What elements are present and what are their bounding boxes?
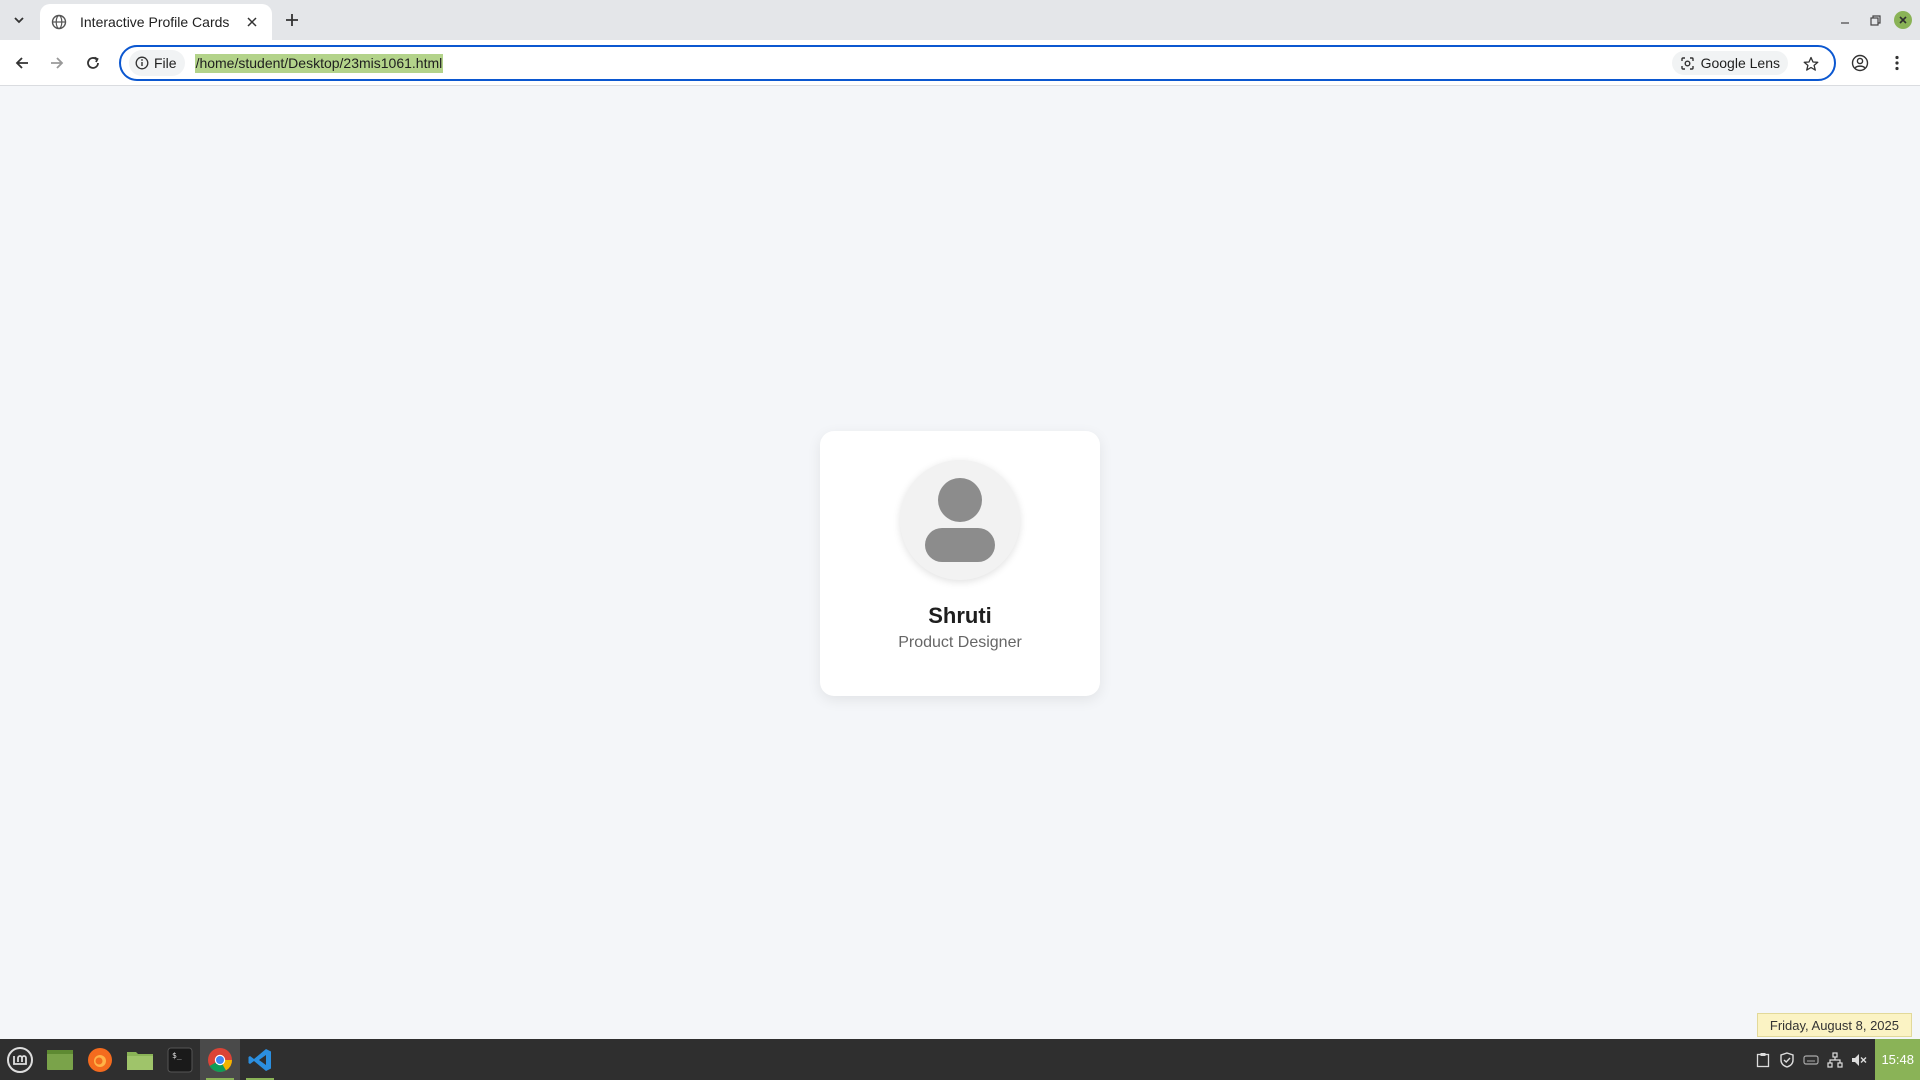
restore-icon bbox=[1869, 14, 1881, 26]
avatar bbox=[900, 460, 1020, 580]
info-icon bbox=[135, 56, 149, 70]
keyboard-tray-button[interactable] bbox=[1799, 1039, 1823, 1080]
update-manager-tray-button[interactable] bbox=[1775, 1039, 1799, 1080]
bookmark-button[interactable] bbox=[1798, 51, 1824, 77]
keyboard-icon bbox=[1803, 1054, 1820, 1065]
tab-title: Interactive Profile Cards bbox=[80, 14, 230, 30]
tab-search-button[interactable] bbox=[6, 8, 32, 32]
arrow-left-icon bbox=[15, 57, 28, 69]
firefox-launcher[interactable] bbox=[80, 1039, 120, 1080]
chrome-launcher[interactable] bbox=[200, 1039, 240, 1080]
network-icon bbox=[1827, 1051, 1844, 1068]
browser-toolbar: File /home/student/Desktop/23mis1061.htm… bbox=[0, 40, 1920, 86]
browser-menu-button[interactable] bbox=[1883, 49, 1911, 77]
tab-close-button[interactable] bbox=[242, 12, 262, 32]
avatar-body bbox=[925, 528, 995, 562]
forward-button[interactable] bbox=[43, 49, 71, 77]
site-info-label: File bbox=[154, 55, 177, 71]
browser-tab-active[interactable]: Interactive Profile Cards bbox=[40, 4, 272, 40]
minimize-button[interactable] bbox=[1830, 0, 1860, 40]
plus-icon bbox=[286, 14, 298, 26]
restore-button[interactable] bbox=[1860, 0, 1890, 40]
star-icon bbox=[1803, 56, 1819, 71]
back-button[interactable] bbox=[8, 49, 36, 77]
lens-icon bbox=[1680, 56, 1694, 70]
clipboard-icon bbox=[1757, 1052, 1770, 1067]
mint-menu-button[interactable] bbox=[0, 1039, 40, 1080]
more-vertical-icon bbox=[1895, 55, 1899, 71]
shield-icon bbox=[1780, 1051, 1795, 1068]
show-desktop-button[interactable] bbox=[40, 1039, 80, 1080]
profile-role: Product Designer bbox=[898, 634, 1022, 651]
svg-text:$_: $_ bbox=[172, 1051, 182, 1060]
new-tab-button[interactable] bbox=[280, 8, 304, 32]
chevron-down-icon bbox=[14, 17, 24, 24]
google-lens-label: Google Lens bbox=[1700, 55, 1780, 71]
close-icon bbox=[247, 17, 257, 27]
google-lens-button[interactable]: Google Lens bbox=[1671, 51, 1788, 75]
date-tooltip: Friday, August 8, 2025 bbox=[1756, 1013, 1912, 1037]
network-tray-button[interactable] bbox=[1823, 1039, 1847, 1080]
profile-card[interactable]: Shruti Product Designer bbox=[820, 431, 1100, 696]
site-info-button[interactable]: File bbox=[129, 50, 185, 76]
reload-icon bbox=[87, 56, 99, 69]
account-icon bbox=[1851, 54, 1869, 72]
clipboard-tray-button[interactable] bbox=[1751, 1039, 1775, 1080]
address-bar[interactable]: File /home/student/Desktop/23mis1061.htm… bbox=[119, 45, 1836, 81]
arrow-right-icon bbox=[51, 57, 64, 69]
volume-tray-button[interactable] bbox=[1847, 1039, 1871, 1080]
close-icon bbox=[1899, 16, 1907, 24]
vscode-icon bbox=[248, 1048, 271, 1071]
profile-name: Shruti bbox=[928, 603, 992, 628]
show-desktop-icon bbox=[47, 1049, 73, 1070]
chrome-icon bbox=[208, 1047, 232, 1072]
system-tray: 15:48 bbox=[1751, 1039, 1920, 1080]
url-text[interactable]: /home/student/Desktop/23mis1061.html bbox=[194, 53, 444, 73]
window-close-button[interactable] bbox=[1894, 11, 1912, 29]
avatar-head bbox=[938, 478, 982, 522]
page-viewport: Shruti Product Designer bbox=[0, 87, 1920, 1039]
taskbar: $_ 15:48 bbox=[0, 1039, 1920, 1080]
browser-tabstrip: Interactive Profile Cards bbox=[0, 0, 1920, 40]
terminal-launcher[interactable]: $_ bbox=[160, 1039, 200, 1080]
firefox-icon bbox=[88, 1047, 112, 1072]
window-controls bbox=[1830, 0, 1920, 40]
volume-muted-icon bbox=[1852, 1053, 1867, 1066]
globe-icon bbox=[50, 13, 68, 31]
files-launcher[interactable] bbox=[120, 1039, 160, 1080]
terminal-icon: $_ bbox=[167, 1047, 193, 1072]
taskbar-clock[interactable]: 15:48 bbox=[1875, 1039, 1920, 1080]
files-icon bbox=[127, 1051, 153, 1070]
vscode-launcher[interactable] bbox=[240, 1039, 280, 1080]
reload-button[interactable] bbox=[79, 49, 107, 77]
profile-button[interactable] bbox=[1846, 49, 1874, 77]
mint-menu-icon bbox=[7, 1046, 33, 1073]
minimize-icon bbox=[1841, 22, 1849, 24]
